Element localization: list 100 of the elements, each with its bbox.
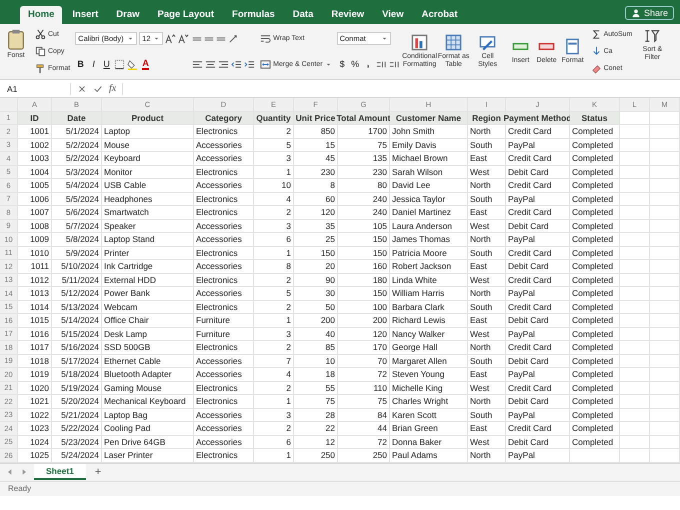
table-cell: PayPal (506, 233, 570, 246)
table-cell: Accessories (194, 179, 254, 192)
table-cell: 28 (294, 408, 338, 422)
table-cell: 70 (338, 354, 390, 368)
table-cell: Ethernet Cable (102, 354, 194, 368)
empty-cell (650, 274, 680, 287)
ribbon-tab[interactable]: Page Layout (150, 6, 222, 24)
ribbon-tab[interactable]: Home (20, 6, 62, 24)
table-cell: Office Chair (102, 314, 194, 328)
empty-cell (620, 354, 650, 368)
table-cell: Linda White (390, 274, 468, 287)
table-cell: 5/10/2024 (52, 260, 102, 274)
insert-function-button[interactable]: fx (109, 83, 116, 94)
table-cell: Electronics (194, 341, 254, 354)
column-header: Product (102, 112, 194, 125)
underline-button[interactable]: U (101, 57, 112, 71)
currency-button[interactable]: $ (336, 57, 348, 71)
empty-cell (620, 422, 650, 436)
font-shrink-icon (178, 33, 190, 44)
cancel-icon (77, 84, 87, 94)
table-cell: 5 (254, 138, 294, 152)
table-cell: 1018 (18, 354, 52, 368)
table-cell: Desk Lamp (102, 328, 194, 341)
table-cell: 240 (338, 206, 390, 220)
table-cell: Debit Card (506, 166, 570, 179)
table-cell: Completed (570, 166, 620, 179)
name-box[interactable]: A1 (4, 82, 71, 94)
empty-cell (620, 328, 650, 341)
status-text: Ready (0, 480, 680, 496)
increase-indent-icon (244, 58, 256, 70)
ribbon-tab[interactable]: Review (323, 6, 372, 24)
table-cell: 1 (254, 314, 294, 328)
table-cell: Completed (570, 274, 620, 287)
ribbon-tab[interactable]: Acrobat (414, 6, 466, 24)
table-cell: SSD 500GB (102, 341, 194, 354)
ribbon-tab[interactable]: Draw (108, 6, 148, 24)
column-header: Total Amount (338, 112, 390, 125)
table-cell: Completed (570, 287, 620, 300)
table-cell: Completed (570, 341, 620, 354)
table-cell: 10 (294, 354, 338, 368)
table-cell: Credit Card (506, 246, 570, 260)
table-cell: Completed (570, 192, 620, 206)
merge-cells-icon (260, 58, 272, 70)
table-cell: 84 (338, 408, 390, 422)
table-cell: Mechanical Keyboard (102, 395, 194, 408)
empty-cell (650, 112, 680, 125)
table-cell: Electronics (194, 206, 254, 220)
select-all-corner[interactable] (0, 98, 18, 112)
table-cell: Completed (570, 436, 620, 449)
table-cell: PayPal (506, 192, 570, 206)
ribbon-tab[interactable]: Formulas (224, 6, 283, 24)
table-cell: 1007 (18, 206, 52, 220)
table-cell: Michelle King (390, 382, 468, 395)
table-cell: Credit Card (506, 125, 570, 138)
table-cell: Credit Card (506, 274, 570, 287)
italic-button[interactable]: I (88, 57, 100, 71)
table-cell: 1011 (18, 260, 52, 274)
sheet-tab[interactable]: Sheet1 (34, 464, 86, 480)
bold-button[interactable]: B (75, 57, 86, 71)
ribbon-tab[interactable]: Insert (64, 6, 106, 24)
table-cell: 160 (338, 260, 390, 274)
table-cell: Debit Card (506, 395, 570, 408)
top-align-icon (192, 36, 202, 41)
table-cell: David Lee (390, 179, 468, 192)
ribbon-tab[interactable]: Data (284, 6, 322, 24)
middle-align-icon (204, 36, 214, 41)
table-cell: 75 (338, 395, 390, 408)
font-color-button[interactable]: A (140, 57, 152, 71)
table-cell: Steven Young (390, 368, 468, 382)
table-cell: 5/3/2024 (52, 166, 102, 179)
table-cell: 1009 (18, 233, 52, 246)
table-cell: Bluetooth Adapter (102, 368, 194, 382)
column-header: Unit Price (294, 112, 338, 125)
table-cell: 2 (254, 422, 294, 436)
add-sheet-button[interactable]: + (92, 466, 104, 478)
table-cell: Completed (570, 408, 620, 422)
empty-cell (650, 341, 680, 354)
percent-button[interactable]: % (350, 57, 361, 71)
table-cell: 230 (294, 166, 338, 179)
table-cell: 5/6/2024 (52, 206, 102, 220)
empty-cell (650, 368, 680, 382)
empty-cell (650, 125, 680, 138)
format-cells-icon (564, 38, 582, 56)
table-cell: 1 (254, 166, 294, 179)
table-cell: 170 (338, 341, 390, 354)
ribbon-tab[interactable]: View (374, 6, 412, 24)
table-cell: East (468, 422, 506, 436)
empty-cell (650, 192, 680, 206)
share-button[interactable]: Share (624, 6, 674, 20)
table-cell: 5/18/2024 (52, 368, 102, 382)
table-cell: William Harris (390, 287, 468, 300)
table-cell: Completed (570, 300, 620, 314)
table-cell: John Smith (390, 125, 468, 138)
column-header: Date (52, 112, 102, 125)
table-cell: Electronics (194, 395, 254, 408)
table-cell: Richard Lewis (390, 314, 468, 328)
table-cell: 6 (254, 436, 294, 449)
table-cell: 2 (254, 300, 294, 314)
center-icon (205, 58, 216, 70)
table-cell: PayPal (506, 328, 570, 341)
